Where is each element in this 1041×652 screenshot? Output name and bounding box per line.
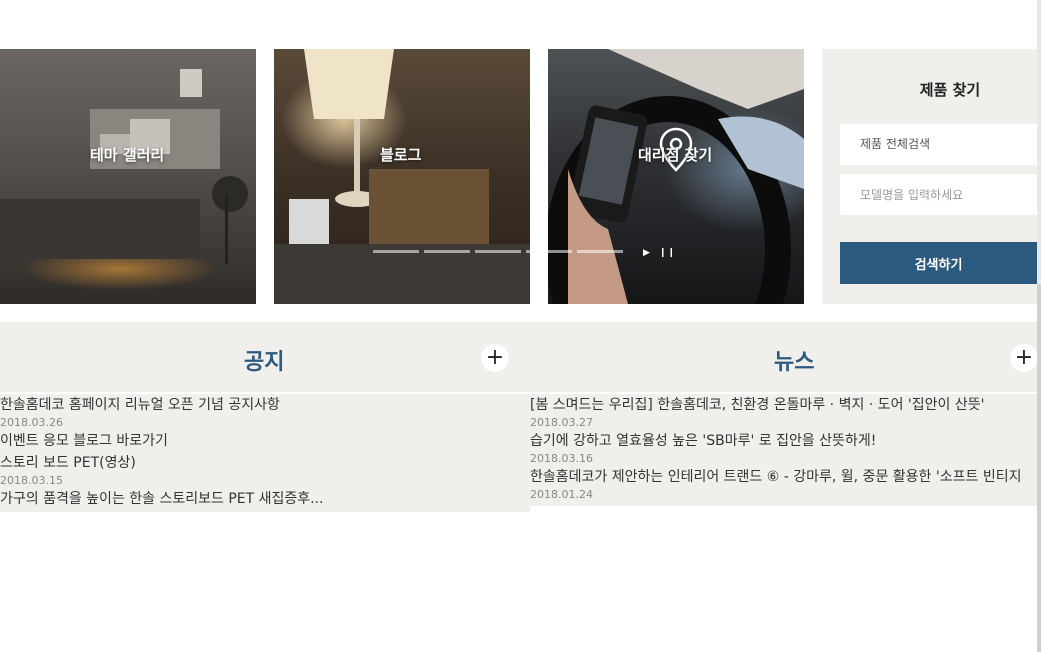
scrollbar-thumb[interactable] — [1037, 284, 1041, 652]
notice-item-date: 2018.03.15 — [0, 474, 63, 487]
search-category-select[interactable]: 제품 전체검색 — [840, 124, 1037, 165]
list-item: [봄 스며드는 우리집] 한솔홈데코, 친환경 온돌마루 · 벽지 · 도어 '… — [530, 394, 1041, 430]
blog-label: 블로그 — [380, 146, 422, 164]
bedroom-photo — [0, 69, 248, 264]
phone-driving-photo — [548, 49, 804, 304]
play-icon[interactable]: ▶ — [643, 248, 650, 258]
pause-icon[interactable]: ❙❙ — [659, 248, 676, 258]
notice-item-title[interactable]: 한솔홈데코 홈페이지 리뉴얼 오픈 기념 공지사항 — [0, 394, 530, 416]
notice-item-title[interactable]: 스토리 보드 PET(영상) — [0, 452, 530, 474]
plus-icon: + — [485, 345, 505, 370]
theme-gallery-label: 테마 갤러리 — [90, 146, 165, 164]
notice-item-title[interactable]: 이벤트 응모 블로그 바로가기 — [0, 430, 530, 452]
news-item-date: 2018.03.16 — [530, 452, 593, 465]
theme-gallery-card[interactable]: 테마 갤러리 — [0, 49, 256, 304]
notice-item-title[interactable]: 가구의 품격을 높이는 한솔 스토리보드 PET 새집증후... — [0, 488, 530, 510]
list-item: 이벤트 응모 블로그 바로가기 — [0, 430, 530, 452]
dealer-finder-card[interactable]: 대리점 찾기 — [548, 49, 804, 304]
list-item: 습기에 강하고 열효율성 높은 'SB마루' 로 집안을 산뜻하게! 2018.… — [530, 430, 1041, 466]
news-item-date: 2018.01.24 — [530, 488, 593, 501]
news-list: [봄 스며드는 우리집] 한솔홈데코, 친환경 온돌마루 · 벽지 · 도어 '… — [530, 394, 1041, 506]
slider-pagination — [373, 250, 673, 256]
product-search-panel: 제품 찾기 제품 전체검색 검색하기 — [822, 49, 1041, 304]
slider-dot[interactable] — [373, 250, 419, 253]
slider-dot[interactable] — [577, 250, 623, 253]
search-button[interactable]: 검색하기 — [840, 242, 1037, 284]
slider-dot[interactable] — [526, 250, 572, 253]
news-item-date: 2018.03.27 — [530, 416, 593, 429]
list-item: 가구의 품격을 높이는 한솔 스토리보드 PET 새집증후... — [0, 488, 530, 510]
list-item: 스토리 보드 PET(영상) 2018.03.15 — [0, 452, 530, 488]
model-name-input[interactable] — [840, 174, 1037, 215]
news-item-title[interactable]: 한솔홈데코가 제안하는 인테리어 트랜드 ⑥ - 강마루, 윌, 중문 활용한 … — [530, 466, 1041, 488]
notice-item-date: 2018.03.26 — [0, 416, 63, 429]
list-item: 한솔홈데코가 제안하는 인테리어 트랜드 ⑥ - 강마루, 윌, 중문 활용한 … — [530, 466, 1041, 502]
notice-list: 한솔홈데코 홈페이지 리뉴얼 오픈 기념 공지사항 2018.03.26 이벤트… — [0, 394, 530, 512]
news-title: 뉴스 — [774, 350, 815, 375]
notice-more-button[interactable]: + — [481, 344, 509, 372]
news-item-title[interactable]: 습기에 강하고 열효율성 높은 'SB마루' 로 집안을 산뜻하게! — [530, 430, 1041, 452]
dealer-finder-label: 대리점 찾기 — [638, 146, 713, 164]
scrollbar-track[interactable] — [1037, 0, 1041, 284]
slider-dot[interactable] — [475, 250, 521, 253]
news-more-button[interactable]: + — [1010, 344, 1038, 372]
news-header: 뉴스 + — [530, 322, 1041, 392]
product-search-title: 제품 찾기 — [919, 81, 981, 99]
list-item: 한솔홈데코 홈페이지 리뉴얼 오픈 기념 공지사항 2018.03.26 — [0, 394, 530, 430]
blog-card[interactable]: 블로그 — [274, 49, 530, 304]
notice-title: 공지 — [244, 350, 285, 375]
slider-dot[interactable] — [424, 250, 470, 253]
notice-header: 공지 + — [0, 322, 530, 392]
lamp-photo — [274, 49, 530, 304]
news-item-title[interactable]: [봄 스며드는 우리집] 한솔홈데코, 친환경 온돌마루 · 벽지 · 도어 '… — [530, 394, 1041, 416]
plus-icon: + — [1014, 345, 1034, 370]
